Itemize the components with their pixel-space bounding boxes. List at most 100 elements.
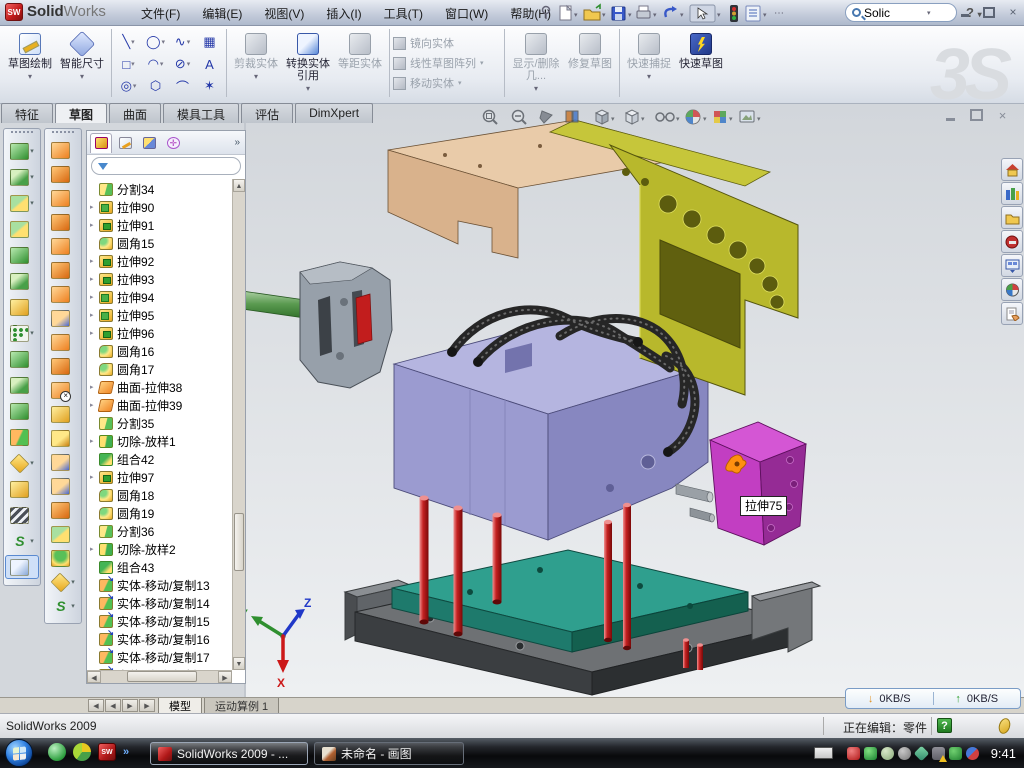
arc-tool[interactable]: ◠▾ <box>142 53 169 75</box>
left-tool-button[interactable]: ▾ <box>5 529 39 553</box>
point-tool[interactable]: ✶ <box>196 75 223 97</box>
left-tool-button[interactable]: ▾ <box>46 139 80 161</box>
left-tool-button[interactable]: ▾ <box>5 399 39 423</box>
section-view-icon[interactable] <box>566 111 578 122</box>
menu-item[interactable]: 工具(T) <box>373 0 434 26</box>
tray-volume-icon[interactable] <box>898 747 911 760</box>
titlebar-toolbar[interactable]: ▾ ▾ ▾ ▾ ▾ ▾ ▾ ⋯ <box>538 2 838 29</box>
part-slide-block-magenta[interactable] <box>710 422 806 545</box>
undo-icon[interactable] <box>665 6 677 17</box>
menu-item[interactable]: 文件(F) <box>130 0 191 26</box>
first-tab-button[interactable]: ◀ <box>88 699 104 712</box>
propertymanager-tab[interactable] <box>114 133 136 153</box>
scroll-left-button[interactable]: ◀ <box>87 671 101 683</box>
expand-arrow-icon[interactable]: ▸ <box>90 275 99 283</box>
solidworks-resources-button[interactable] <box>1001 158 1023 181</box>
left-tool-button[interactable]: ▾ <box>46 211 80 233</box>
language-bar-icon[interactable] <box>814 747 833 759</box>
configurationmanager-tab[interactable] <box>138 133 160 153</box>
next-tab-button[interactable]: ▶ <box>122 699 138 712</box>
left-tool-button[interactable]: ▾ <box>5 373 39 397</box>
left-tool-button[interactable]: ▾ <box>46 499 80 521</box>
left-tool-button[interactable]: ▾ <box>5 503 39 527</box>
menu-item[interactable]: 窗口(W) <box>434 0 499 26</box>
tree-horizontal-scrollbar[interactable]: ◀ ▶ <box>87 670 232 683</box>
expand-arrow-icon[interactable]: ▸ <box>90 329 99 337</box>
left-tool-button[interactable]: ▾ <box>46 355 80 377</box>
tree-item[interactable]: ▸ 圆角19 <box>87 504 232 522</box>
tray-update-icon[interactable] <box>966 747 979 760</box>
scroll-thumb[interactable] <box>234 513 244 571</box>
smart-dimension-button[interactable]: 智能尺寸▾ <box>56 29 108 83</box>
flyout-arrow-icon[interactable]: ▾ <box>30 459 34 467</box>
expand-arrow-icon[interactable]: ▸ <box>90 221 99 229</box>
pin-icon[interactable] <box>543 7 550 20</box>
view-palette-button[interactable] <box>1001 254 1023 277</box>
panel-chevron[interactable]: » <box>234 137 242 148</box>
fillet-sketch-tool[interactable]: ⌒ <box>169 75 196 97</box>
left-tool-button[interactable]: ▾ <box>5 321 39 345</box>
expand-arrow-icon[interactable]: ▸ <box>90 473 99 481</box>
polygon-tool[interactable]: ⬡ <box>142 75 169 97</box>
options-icon[interactable] <box>746 6 760 21</box>
tree-item[interactable]: ▸ 拉伸96 <box>87 324 232 342</box>
custom-properties-button[interactable] <box>1001 302 1023 325</box>
quicklaunch-overflow[interactable]: » <box>123 746 129 758</box>
convert-entities-button[interactable]: 转换实体引用▾ <box>282 29 334 95</box>
expand-arrow-icon[interactable]: ▸ <box>90 437 99 445</box>
left-tool-button[interactable]: ▾ <box>5 555 39 579</box>
sketch-button[interactable]: 草图绘制▾ <box>4 29 56 83</box>
view-orientation-icon[interactable]: ▾ <box>596 110 615 124</box>
taskbar-clock[interactable]: 9:41 <box>991 746 1016 761</box>
tree-vertical-scrollbar[interactable]: ▲ ▼ <box>232 179 245 670</box>
tree-item[interactable]: ▸ 拉伸92 <box>87 252 232 270</box>
flyout-arrow-icon[interactable]: ▾ <box>30 537 34 545</box>
left-tool-button[interactable]: ▾ <box>5 165 39 189</box>
selection-box-tool[interactable]: ▦ <box>196 31 223 53</box>
tree-item[interactable]: ▸ 拉伸94 <box>87 288 232 306</box>
more-tools-icon[interactable]: ⋯ <box>774 8 784 19</box>
hide-show-items-icon[interactable]: ▾ <box>656 113 680 123</box>
dynamic-assist-icon[interactable] <box>540 111 552 123</box>
taskbar-window-button[interactable]: SolidWorks 2009 - ... <box>150 742 308 765</box>
ribbon-tab[interactable]: 曲面 <box>109 103 161 123</box>
tree-item[interactable]: ▸ 拉伸93 <box>87 270 232 288</box>
rectangle-tool[interactable]: □▾ <box>115 53 142 75</box>
zoom-area-icon[interactable] <box>513 111 527 125</box>
left-tool-button[interactable]: ▾ <box>5 425 39 449</box>
tree-filter-box[interactable] <box>91 157 241 175</box>
tray-shield-icon[interactable] <box>864 747 877 760</box>
quicklaunch-messenger-icon[interactable] <box>48 743 66 761</box>
left-tool-button[interactable]: ▾ <box>46 427 80 449</box>
left-tool-button[interactable]: ▾ <box>46 475 80 497</box>
expand-arrow-icon[interactable]: ▸ <box>90 293 99 301</box>
tree-item[interactable]: ▸ 分割35 <box>87 414 232 432</box>
toolbar-drag-handle[interactable] <box>11 131 33 136</box>
tree-item[interactable]: ▸ 圆角18 <box>87 486 232 504</box>
tree-item[interactable]: ▸ 拉伸97 <box>87 468 232 486</box>
left-tool-button[interactable]: ▾ <box>46 571 80 593</box>
edit-appearance-icon[interactable]: ▾ <box>686 110 707 124</box>
repair-sketch-button[interactable]: 修复草图 <box>564 29 616 70</box>
left-tool-button[interactable]: ▾ <box>5 347 39 371</box>
left-tool-button[interactable]: ▾ <box>5 217 39 241</box>
mirror-entities-button[interactable]: 镜向实体 <box>393 33 501 53</box>
left-tool-button[interactable]: ▾ <box>46 403 80 425</box>
expand-arrow-icon[interactable]: ▸ <box>90 257 99 265</box>
quicklaunch-app-icon[interactable] <box>73 743 91 761</box>
offset-entities-button[interactable]: 等距实体 <box>334 29 386 70</box>
left-tool-button[interactable]: ▾ <box>46 187 80 209</box>
minimize-button[interactable] <box>958 5 972 19</box>
tree-item[interactable]: ▸ 拉伸95 <box>87 306 232 324</box>
appearances-button[interactable] <box>1001 278 1023 301</box>
circle-tool[interactable]: ◯▾ <box>142 31 169 53</box>
expand-arrow-icon[interactable]: ▸ <box>90 203 99 211</box>
titlebar-toolbar-icons[interactable]: ▾ ▾ ▾ ▾ ▾ ▾ ▾ ⋯ <box>538 2 838 24</box>
flyout-arrow-icon[interactable]: ▾ <box>30 173 34 181</box>
tree-item[interactable]: ▸ 圆角17 <box>87 360 232 378</box>
left-tool-button[interactable]: ▾ <box>46 307 80 329</box>
scroll-down-button[interactable]: ▼ <box>233 657 245 670</box>
view-settings-icon[interactable]: ▾ <box>740 111 761 123</box>
search-box[interactable]: ▾ <box>845 3 957 22</box>
left-tool-button[interactable]: ▾ <box>5 139 39 163</box>
